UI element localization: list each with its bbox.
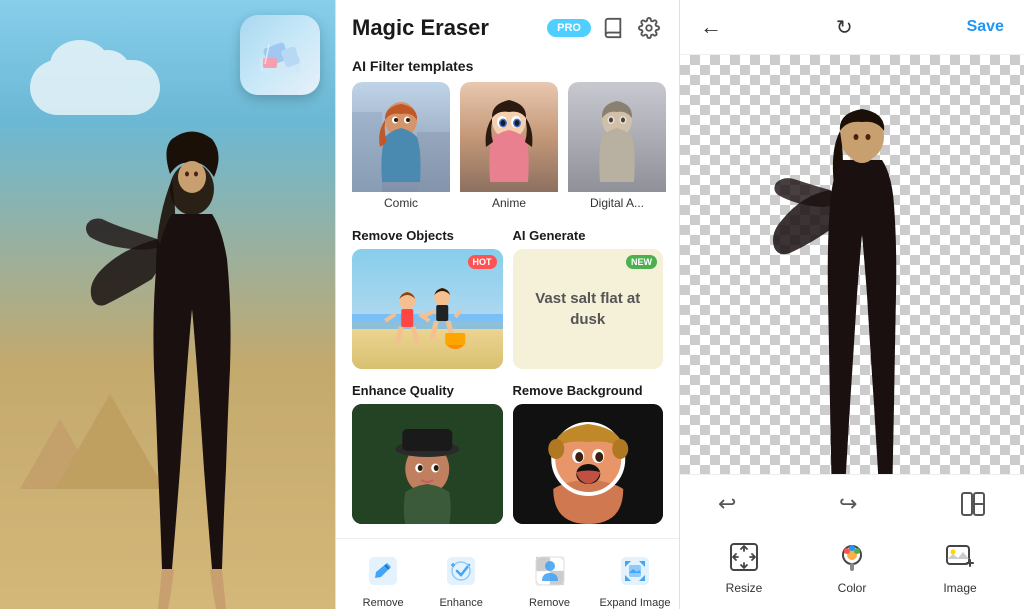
- remove-objects-toolbar-label: Remove Objects: [344, 597, 422, 609]
- filter-img-comic: [352, 82, 450, 192]
- left-panel: [0, 0, 335, 609]
- resize-icon: [724, 537, 764, 577]
- ai-generate-title: AI Generate: [513, 228, 664, 243]
- enhance-quality-title: Enhance Quality: [352, 383, 503, 398]
- image-icon: [940, 537, 980, 577]
- undo-redo-bar: ↩ ↪: [680, 483, 1024, 531]
- remove-objects-image: HOT: [352, 249, 503, 369]
- filter-templates-scroll: Comic: [336, 82, 679, 228]
- filter-label-digital: Digital A...: [568, 192, 666, 214]
- remove-objects-ai-generate-row: Remove Objects: [336, 228, 679, 383]
- editor-header: ← ↻ Save: [680, 0, 1024, 55]
- color-icon-svg: [836, 541, 868, 573]
- layout-button[interactable]: [952, 487, 994, 527]
- image-tool[interactable]: Image: [930, 537, 990, 595]
- expand-image-toolbar-label: Expand Image: [600, 597, 671, 609]
- remove-bg-image: [513, 404, 664, 524]
- app-header: Magic Eraser PRO: [336, 0, 679, 52]
- remove-bg-card[interactable]: Remove Background: [513, 383, 664, 524]
- enhance-quality-icon-wrap: [439, 549, 483, 593]
- woman-figure: [72, 109, 312, 609]
- toolbar-remove-objects[interactable]: Remove Objects: [344, 549, 422, 609]
- image-tool-label: Image: [943, 581, 976, 595]
- remove-objects-icon-wrap: [361, 549, 405, 593]
- filter-label-comic: Comic: [352, 192, 450, 214]
- ai-generate-card[interactable]: AI Generate NEW Vast salt flat at dusk: [513, 228, 664, 369]
- undo-button[interactable]: ↩: [710, 487, 744, 527]
- right-panel: ← ↻ Save: [680, 0, 1024, 609]
- ai-generate-prompt: Vast salt flat at dusk: [513, 288, 664, 330]
- ai-filter-section-title: AI Filter templates: [336, 52, 679, 82]
- remove-bg-icon-wrap: [528, 549, 572, 593]
- editor-canvas: [680, 55, 1024, 474]
- filter-img-digital: [568, 82, 666, 192]
- middle-panel: Magic Eraser PRO AI Filter templates: [335, 0, 680, 609]
- remove-bg-preview: [513, 404, 664, 524]
- enhance-quality-toolbar-label: Enhance Quality: [422, 597, 500, 609]
- bottom-toolbar: Remove Objects Enhance Quality: [336, 538, 679, 609]
- remove-background-toolbar-label: Remove Background: [500, 597, 599, 609]
- color-tool[interactable]: Color: [822, 537, 882, 595]
- comic-image: [352, 82, 450, 192]
- editor-bottom: ↩ ↪: [680, 474, 1024, 609]
- app-title: Magic Eraser: [352, 15, 539, 41]
- color-tool-label: Color: [838, 581, 867, 595]
- redo-button[interactable]: ↪: [831, 487, 865, 527]
- cutout-woman: [762, 65, 962, 474]
- remove-bg-toolbar-icon: [532, 553, 568, 589]
- anime-image: [460, 82, 558, 192]
- pro-badge[interactable]: PRO: [547, 19, 591, 37]
- book-icon[interactable]: [599, 14, 627, 42]
- ai-generate-image: NEW Vast salt flat at dusk: [513, 249, 664, 369]
- toolbar-expand-image[interactable]: Expand Image: [599, 549, 671, 609]
- resize-tool[interactable]: Resize: [714, 537, 774, 595]
- filter-card-anime[interactable]: Anime: [460, 82, 558, 214]
- hot-badge: HOT: [468, 255, 497, 269]
- image-icon-svg: [944, 541, 976, 573]
- resize-tool-label: Resize: [726, 581, 763, 595]
- toolbar-enhance-quality[interactable]: Enhance Quality: [422, 549, 500, 609]
- remove-objects-title: Remove Objects: [352, 228, 503, 243]
- enhance-woman-image: [352, 404, 503, 524]
- filter-card-digital[interactable]: Digital A...: [568, 82, 666, 214]
- resize-icon-svg: [728, 541, 760, 573]
- layout-icon: [960, 491, 986, 517]
- enhance-quality-card[interactable]: Enhance Quality: [352, 383, 503, 524]
- toolbar-remove-background[interactable]: Remove Background: [500, 549, 599, 609]
- refresh-button[interactable]: ↻: [836, 15, 853, 40]
- new-badge: NEW: [626, 255, 657, 269]
- expand-image-icon-wrap: [613, 549, 657, 593]
- eraser-app-icon: [255, 30, 305, 80]
- enhance-quality-image: [352, 404, 503, 524]
- cloud-decoration: [30, 60, 160, 115]
- expand-image-toolbar-icon: [617, 553, 653, 589]
- editor-tools-bar: Resize Color: [680, 533, 1024, 601]
- digital-image: [568, 82, 666, 192]
- filter-img-anime: [460, 82, 558, 192]
- back-button[interactable]: ←: [700, 14, 722, 40]
- save-button[interactable]: Save: [967, 18, 1004, 36]
- filter-card-comic[interactable]: Comic: [352, 82, 450, 214]
- settings-icon[interactable]: [635, 14, 663, 42]
- remove-objects-toolbar-icon: [365, 553, 401, 589]
- remove-objects-card[interactable]: Remove Objects: [352, 228, 503, 369]
- remove-bg-title: Remove Background: [513, 383, 664, 398]
- filter-label-anime: Anime: [460, 192, 558, 214]
- color-icon: [832, 537, 872, 577]
- enhance-remove-bg-row: Enhance Quality: [336, 383, 679, 538]
- enhance-quality-toolbar-icon: [443, 553, 479, 589]
- app-icon: [240, 15, 320, 95]
